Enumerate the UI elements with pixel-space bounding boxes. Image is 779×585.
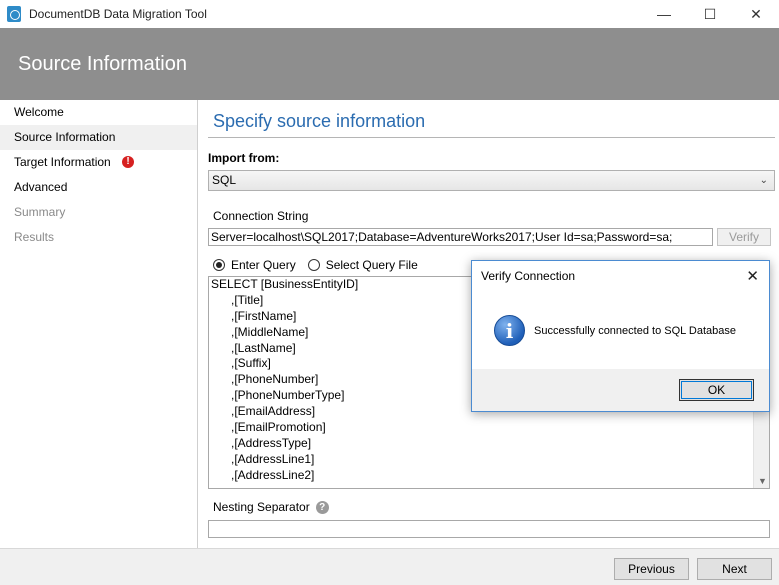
info-icon: i (494, 315, 525, 346)
chevron-down-icon: ⌄ (759, 175, 768, 186)
verify-connection-dialog: Verify Connection ✕ i Successfully conne… (471, 260, 770, 412)
dialog-body: i Successfully connected to SQL Database (472, 291, 769, 369)
sidebar-item-label: Target Information (14, 155, 111, 169)
query-line: ,[AddressLine2] (211, 467, 315, 482)
nesting-separator-text: Nesting Separator (213, 500, 310, 514)
next-button[interactable]: Next (697, 558, 772, 580)
query-mode-radio-group: Enter Query Select Query File (213, 257, 430, 273)
import-from-label: Import from: (208, 151, 280, 165)
app-icon (7, 6, 21, 22)
enter-query-label[interactable]: Enter Query (231, 258, 296, 272)
title-divider (208, 137, 775, 138)
minimize-button[interactable]: — (641, 0, 687, 28)
help-icon[interactable]: ? (315, 500, 329, 514)
sidebar-item-source-information[interactable]: Source Information (0, 125, 197, 150)
sidebar-item-results: Results (14, 230, 55, 244)
query-line: ,[AddressLine1] (211, 451, 315, 466)
window-controls: — ☐ ✕ (641, 0, 779, 28)
previous-button[interactable]: Previous (614, 558, 689, 580)
sidebar-item-advanced[interactable]: Advanced (0, 175, 197, 200)
connection-string-input[interactable]: Server=localhost\SQL2017;Database=Advent… (208, 228, 713, 246)
dialog-titlebar: Verify Connection ✕ (472, 261, 769, 291)
sidebar-item-summary: Summary (14, 205, 66, 219)
sidebar-item-welcome[interactable]: Welcome (0, 100, 197, 125)
dialog-footer: OK (472, 369, 769, 411)
dialog-close-button[interactable]: ✕ (746, 267, 759, 285)
dialog-title: Verify Connection (481, 269, 576, 283)
page-header: Source Information (0, 28, 779, 100)
nesting-separator-input[interactable] (208, 520, 770, 538)
window-titlebar: DocumentDB Data Migration Tool — ☐ ✕ (0, 0, 779, 28)
enter-query-radio[interactable] (213, 259, 225, 271)
section-title: Specify source information (213, 111, 426, 131)
ok-button[interactable]: OK (679, 379, 754, 401)
sidebar-item-target-information[interactable]: Target Information ! (0, 150, 197, 175)
maximize-button[interactable]: ☐ (687, 0, 733, 28)
select-query-file-label[interactable]: Select Query File (326, 258, 418, 272)
query-line: ,[AddressType] (211, 435, 312, 450)
connection-string-label: Connection String (213, 209, 309, 223)
window-title: DocumentDB Data Migration Tool (29, 7, 207, 21)
wizard-footer: Previous Next (0, 548, 779, 585)
import-from-value: SQL (212, 173, 237, 187)
select-query-file-radio[interactable] (307, 259, 320, 271)
error-icon: ! (122, 156, 134, 168)
sidebar: Welcome Source Information Target Inform… (0, 100, 198, 548)
verify-button[interactable]: Verify (717, 228, 771, 246)
window-close-button[interactable]: ✕ (733, 0, 779, 28)
import-from-select[interactable]: SQL ⌄ (208, 170, 775, 191)
nesting-separator-label: Nesting Separator ? (213, 500, 329, 514)
page-title: Source Information (18, 53, 187, 75)
scroll-down-icon[interactable]: ▼ (758, 476, 767, 486)
dialog-message: Successfully connected to SQL Database (534, 325, 736, 337)
query-line: ,[EmailPromotion] (211, 420, 326, 435)
